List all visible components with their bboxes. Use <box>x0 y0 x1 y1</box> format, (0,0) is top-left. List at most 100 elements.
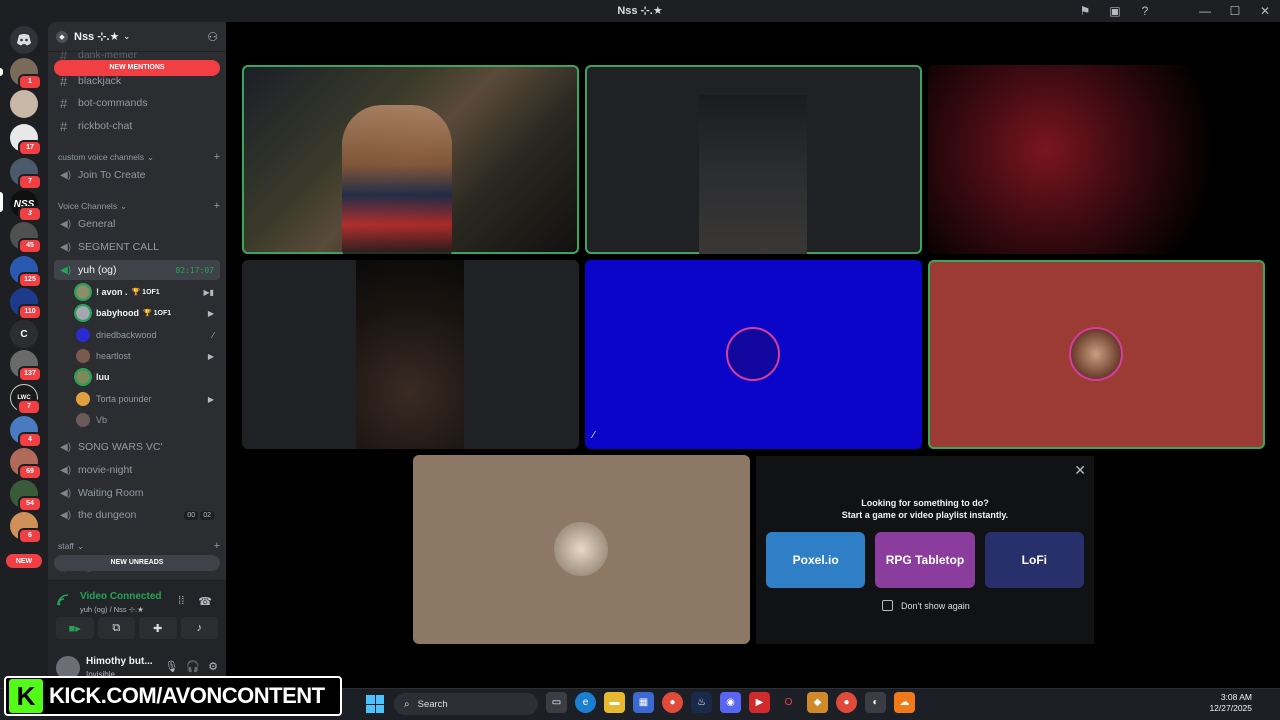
mic-muted-icon: ⁄ <box>593 430 595 441</box>
channel-blackjack[interactable]: # blackjack <box>54 71 220 91</box>
server-icon[interactable]: 17 <box>10 124 42 156</box>
server-icon[interactable]: 45 <box>10 222 42 254</box>
task-view-icon[interactable]: ▭ <box>546 692 567 713</box>
video-tile[interactable] <box>928 260 1265 449</box>
new-unreads-badge[interactable]: NEW <box>6 554 42 568</box>
channel-rickbot-chat[interactable]: # rickbot-chat <box>54 116 220 136</box>
discord-home-icon[interactable] <box>10 26 38 54</box>
add-channel-icon[interactable]: + <box>214 200 220 212</box>
hash-icon: # <box>60 73 68 89</box>
soundboard-button[interactable]: ♪ <box>180 617 218 639</box>
server-icon[interactable]: 4 <box>10 416 42 448</box>
voice-status: Video Connected yuh (og) / Nss ⊹.★ ⁞⁞ ☎ <box>56 589 216 615</box>
speaker-icon: ◀) <box>60 464 72 476</box>
dont-show-again[interactable]: Don't show again <box>882 600 970 611</box>
category-staff[interactable]: staff ⌄ + <box>58 539 220 553</box>
channel-label: rickbot-chat <box>78 120 133 132</box>
taskbar-search[interactable]: ⌕ Search <box>394 693 538 715</box>
avatar <box>76 413 90 427</box>
voice-segment-call[interactable]: ◀) SEGMENT CALL <box>54 237 220 257</box>
disconnect-icon[interactable]: ☎ <box>198 595 212 608</box>
inbox-icon[interactable]: ⚑ <box>1070 0 1100 22</box>
voice-movie-night[interactable]: ◀) movie-night <box>54 460 220 480</box>
soundcloud-icon[interactable]: ☁ <box>894 692 915 713</box>
add-channel-icon[interactable]: + <box>214 151 220 163</box>
voice-member[interactable]: Vb <box>76 410 220 430</box>
server-icon[interactable]: 6 <box>10 512 42 544</box>
video-tile[interactable] <box>928 65 1265 254</box>
video-tile[interactable]: ⁄ <box>585 260 922 449</box>
close-icon[interactable]: ✕ <box>1074 462 1086 479</box>
signal-icon[interactable] <box>56 593 74 611</box>
video-tile[interactable] <box>413 455 750 644</box>
file-explorer-icon[interactable]: ▬ <box>604 692 625 713</box>
window-icon[interactable]: ▣ <box>1100 0 1130 22</box>
voice-general[interactable]: ◀) General <box>54 214 220 234</box>
add-channel-icon[interactable]: + <box>214 540 220 552</box>
activity-card-rpg[interactable]: RPG Tabletop <box>875 532 975 588</box>
chrome-icon[interactable]: ● <box>662 692 683 713</box>
search-label: Search <box>417 698 448 710</box>
store-icon[interactable]: ▦ <box>633 692 654 713</box>
server-icon[interactable]: 1 <box>10 58 42 90</box>
discord-icon[interactable]: ◉ <box>720 692 741 713</box>
server-icon[interactable]: 54 <box>10 480 42 512</box>
voice-the-dungeon[interactable]: ◀) the dungeon 00 02 <box>54 505 220 525</box>
chrome-icon[interactable]: ● <box>836 692 857 713</box>
server-icon[interactable]: 7 <box>10 158 42 190</box>
video-tile[interactable] <box>242 65 579 254</box>
server-icon-nss[interactable]: NSS 3 <box>10 190 42 222</box>
voice-waiting-room[interactable]: ◀) Waiting Room <box>54 483 220 503</box>
activity-card-poxel[interactable]: Poxel.io <box>766 532 866 588</box>
video-tile[interactable] <box>242 260 579 449</box>
server-icon[interactable]: 110 <box>10 288 42 320</box>
noise-suppression-icon[interactable]: ⁞⁞ <box>178 595 184 608</box>
activities-button[interactable]: ✚ <box>139 617 177 639</box>
screen-share-button[interactable]: ⧉ <box>97 617 135 639</box>
category-custom-voice[interactable]: custom voice channels ⌄ + <box>58 150 220 164</box>
voice-yuh-og[interactable]: ◀) yuh (og) 82:17:07 <box>54 260 220 280</box>
voice-song-wars[interactable]: ◀) SONG WARS VC' <box>54 437 220 457</box>
video-tile[interactable] <box>585 65 922 254</box>
user-name[interactable]: Himothy but... <box>86 656 153 667</box>
taskbar-clock[interactable]: 3:08 AM 12/27/2025 <box>1209 692 1252 714</box>
channel-bot-commands[interactable]: # bot-commands <box>54 93 220 113</box>
help-icon[interactable]: ? <box>1130 0 1160 22</box>
category-voice-channels[interactable]: Voice Channels ⌄ + <box>58 199 220 213</box>
microphone-icon[interactable]: 🎙 <box>164 660 178 673</box>
channel-dank-memer[interactable]: # dank-memer <box>54 50 220 60</box>
windows-start-icon[interactable] <box>366 695 384 713</box>
server-icon-c[interactable]: C <box>10 320 38 348</box>
app-icon[interactable]: ◆ <box>807 692 828 713</box>
server-icon[interactable]: 69 <box>10 448 42 480</box>
server-header[interactable]: ◆ Nss ⊹.★ ⌄ ⚇ <box>48 22 226 52</box>
voice-member[interactable]: Torta pounder ▶ <box>76 389 220 409</box>
voice-member[interactable]: babyhood 🏆 1OF1 ▶ <box>74 303 220 323</box>
server-icon[interactable]: 137 <box>10 350 42 382</box>
voice-member[interactable]: ! avon . 🏆 1OF1 ▶▮ <box>74 282 220 302</box>
voice-member[interactable]: heartlost ▶ <box>76 346 220 366</box>
app-icon[interactable]: ▶ <box>749 692 770 713</box>
edge-icon[interactable]: e <box>575 692 596 713</box>
activity-card-lofi[interactable]: LoFi <box>984 532 1084 588</box>
unread-badge: 69 <box>18 464 42 480</box>
new-unreads-bar[interactable]: NEW UNREADS <box>54 555 220 571</box>
opera-icon[interactable]: O <box>778 692 799 713</box>
checkbox[interactable] <box>882 600 893 611</box>
voice-join-to-create[interactable]: ◀) Join To Create <box>54 165 220 185</box>
close-button[interactable]: ✕ <box>1250 0 1280 22</box>
maximize-button[interactable]: ☐ <box>1220 0 1250 22</box>
server-icon[interactable] <box>10 90 38 118</box>
minimize-button[interactable]: — <box>1190 0 1220 22</box>
steam-icon[interactable]: ♨ <box>691 692 712 713</box>
camera-button[interactable]: ■▸ <box>56 617 94 639</box>
add-member-icon[interactable]: ⚇ <box>207 30 218 44</box>
voice-status-channel[interactable]: yuh (og) / Nss ⊹.★ <box>80 605 144 614</box>
voice-member[interactable]: driedbackwood ⁄ <box>76 325 220 345</box>
app-icon[interactable]: ◐ <box>865 692 886 713</box>
headphones-icon[interactable]: 🎧 <box>186 660 200 673</box>
server-icon-lwc[interactable]: LWC 7 <box>10 384 41 415</box>
gear-icon[interactable]: ⚙ <box>208 660 218 673</box>
voice-member[interactable]: luu <box>74 367 220 387</box>
server-icon[interactable]: 125 <box>10 256 42 288</box>
